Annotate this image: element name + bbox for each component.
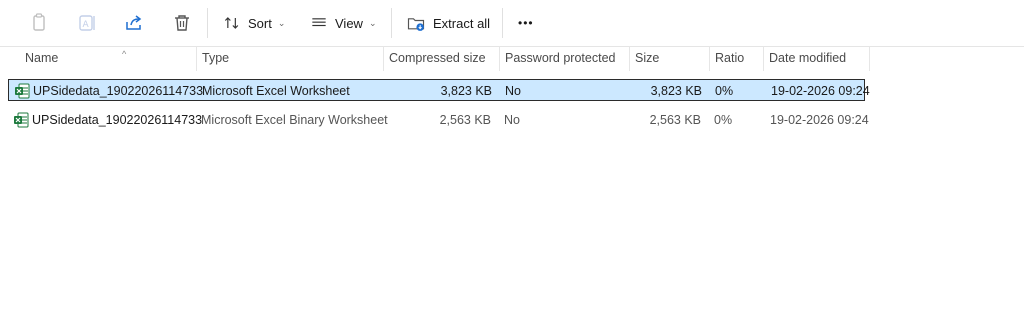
file-size: 3,823 KB (650, 84, 702, 98)
sort-button[interactable]: Sort ⌄ (222, 8, 285, 38)
sort-ascending-icon: ^ (122, 49, 127, 59)
file-password-protected: No (505, 84, 521, 98)
share-icon[interactable] (122, 11, 146, 35)
column-header-size[interactable]: Size (629, 46, 710, 71)
column-header-type[interactable]: Type (196, 46, 384, 71)
sort-label: Sort (248, 15, 272, 31)
extract-all-label: Extract all (433, 15, 491, 31)
chevron-down-icon: ⌄ (368, 17, 377, 28)
file-row[interactable]: UPSidedata_19022026114733 Microsoft Exce… (8, 109, 869, 131)
column-header-ratio[interactable]: Ratio (709, 46, 764, 71)
chevron-down-icon: ⌄ (277, 17, 286, 28)
view-icon (312, 18, 326, 27)
view-label: View (335, 15, 363, 31)
file-row-selected[interactable]: UPSidedata_19022026114733 Microsoft Exce… (8, 79, 870, 101)
delete-icon[interactable] (170, 11, 194, 35)
column-header-password-protected[interactable]: Password protected (499, 46, 630, 71)
file-date-modified: 19-02-2026 09:24 (771, 84, 870, 98)
more-options-icon: ••• (518, 16, 534, 30)
rename-icon[interactable]: A (76, 11, 100, 35)
file-name: UPSidedata_19022026114733 (33, 84, 204, 98)
copy-icon[interactable] (27, 11, 51, 35)
sort-icon (224, 17, 239, 29)
file-password-protected: No (504, 113, 520, 127)
view-button[interactable]: View ⌄ (309, 8, 377, 38)
column-header-date-modified[interactable]: Date modified (763, 46, 870, 71)
file-compressed-size: 2,563 KB (439, 113, 491, 127)
file-ratio: 0% (715, 84, 734, 98)
file-ratio: 0% (714, 113, 733, 127)
extract-folder-icon (407, 18, 425, 31)
file-type: Microsoft Excel Binary Worksheet (201, 113, 388, 127)
toolbar-divider (502, 8, 503, 38)
command-bar: A Sort ⌄ View ⌄ Extract all ••• (0, 0, 1024, 47)
column-header-row: ^ Name Type Compressed size Password pro… (0, 46, 870, 71)
svg-text:A: A (83, 20, 90, 30)
file-compressed-size: 3,823 KB (440, 84, 492, 98)
extract-all-button[interactable]: Extract all (406, 8, 490, 38)
file-size: 2,563 KB (649, 113, 701, 127)
file-type: Microsoft Excel Worksheet (202, 84, 350, 98)
more-options-button[interactable]: ••• (518, 8, 534, 38)
column-header-compressed-size[interactable]: Compressed size (383, 46, 500, 71)
file-date-modified: 19-02-2026 09:24 (770, 113, 869, 127)
toolbar-divider (391, 8, 392, 38)
column-header-name[interactable]: ^ Name (19, 46, 197, 71)
excel-file-icon (13, 112, 29, 128)
toolbar-divider (207, 8, 208, 38)
excel-file-icon (14, 83, 30, 99)
file-name: UPSidedata_19022026114733 (32, 113, 203, 127)
